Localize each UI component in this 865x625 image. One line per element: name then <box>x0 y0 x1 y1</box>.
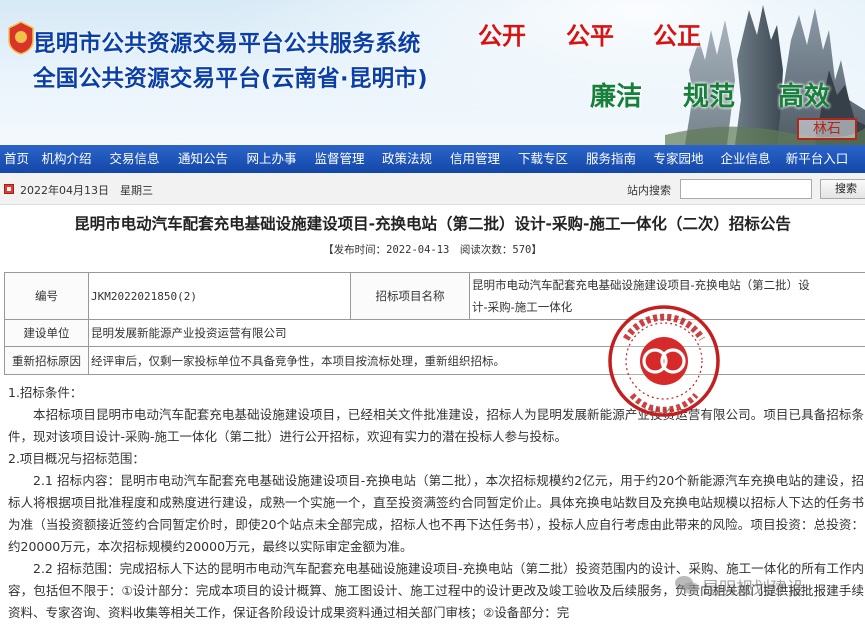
nav-online-service[interactable]: 网上办事 <box>237 145 306 173</box>
code-value: JKM2022021850(2) <box>88 272 351 320</box>
notice-body: 1.招标条件： 本招标项目昆明市电动汽车配套充电基础设施建设项目，已经相关文件批… <box>8 382 864 624</box>
project-name-label: 招标项目名称 <box>350 272 470 320</box>
nav-policies[interactable]: 政策法规 <box>373 145 441 173</box>
date-search-strip: 2022年04月13日 星期三 站内搜索 搜索 <box>0 173 865 205</box>
section-paragraph: 2.2 招标范围：完成招标人下达的昆明市电动汽车配套充电基础设施建设项目-充换电… <box>8 561 864 620</box>
motto-guifan: 规范 <box>683 82 736 112</box>
site-emblem-icon <box>8 21 34 55</box>
corner-seal: 林石 <box>797 118 857 140</box>
table-row: 编号 JKM2022021850(2) 招标项目名称 昆明市电动汽车配套充电基础… <box>4 272 865 320</box>
nav-experts[interactable]: 专家园地 <box>645 145 712 173</box>
section-paragraph: 本招标项目昆明市电动汽车配套充电基础设施建设项目，已经相关文件批准建设，招标人为… <box>8 407 864 444</box>
nav-service-guide[interactable]: 服务指南 <box>577 145 645 173</box>
build-unit-value: 昆明发展新能源产业投资运营有限公司 <box>88 319 865 347</box>
code-label: 编号 <box>4 272 89 320</box>
site-search-label: 站内搜索 <box>627 184 671 197</box>
motto-gongping: 公平 <box>566 22 614 50</box>
search-button[interactable]: 搜索 <box>820 179 865 199</box>
main-nav: 首页 机构介绍 交易信息 通知公告 网上办事 监督管理 政策法规 信用管理 下载… <box>0 145 865 173</box>
section-heading: 1.招标条件： <box>8 385 83 400</box>
nav-supervision[interactable]: 监督管理 <box>306 145 373 173</box>
site-title-line1: 昆明市公共资源交易平台公共服务系统 <box>33 31 421 57</box>
page-title: 昆明市电动汽车配套充电基础设施建设项目-充换电站（第二批）设计-采购-施工一体化… <box>74 215 791 233</box>
project-name-line2: 计-采购-施工一体化 <box>472 300 573 314</box>
section-paragraph: 2.1 招标内容：昆明市电动汽车配套充电基础设施建设项目-充换电站（第二批），本… <box>8 473 864 554</box>
publish-meta: 【发布时间：2022-04-13 阅读次数：570】 <box>323 244 542 256</box>
project-name-value: 昆明市电动汽车配套充电基础设施建设项目-充换电站（第二批）设 计-采购-施工一体… <box>469 272 865 320</box>
rebid-reason-label: 重新招标原因 <box>4 346 89 375</box>
nav-trade-info[interactable]: 交易信息 <box>100 145 169 173</box>
section-heading: 2.项目概况与招标范围： <box>8 451 145 466</box>
table-row: 建设单位 昆明发展新能源产业投资运营有限公司 <box>4 319 865 347</box>
build-unit-label: 建设单位 <box>4 319 89 347</box>
bullet-icon <box>4 184 14 194</box>
site-search-input[interactable] <box>680 179 812 199</box>
nav-home[interactable]: 首页 <box>0 145 33 173</box>
motto-lianjie: 廉洁 <box>590 82 643 112</box>
motto-gongkai: 公开 <box>478 22 526 50</box>
nav-new-platform[interactable]: 新平台入口 <box>779 145 855 173</box>
rebid-reason-value: 经评审后，仅剩一家投标单位不具备竞争性，本项目按流标处理，重新组织招标。 <box>88 346 865 375</box>
header-banner: 昆明市公共资源交易平台公共服务系统 全国公共资源交易平台(云南省·昆明市) 公开… <box>0 0 865 145</box>
nav-downloads[interactable]: 下载专区 <box>509 145 577 173</box>
project-info-table: 编号 JKM2022021850(2) 招标项目名称 昆明市电动汽车配套充电基础… <box>4 272 865 375</box>
nav-credit[interactable]: 信用管理 <box>441 145 509 173</box>
current-date: 2022年04月13日 星期三 <box>20 184 153 197</box>
nav-about[interactable]: 机构介绍 <box>33 145 100 173</box>
site-title-line2: 全国公共资源交易平台(云南省·昆明市) <box>33 66 428 92</box>
nav-notices[interactable]: 通知公告 <box>169 145 237 173</box>
table-row: 重新招标原因 经评审后，仅剩一家投标单位不具备竞争性，本项目按流标处理，重新组织… <box>4 346 865 375</box>
motto-gaoxiao: 高效 <box>778 82 831 112</box>
nav-enterprise[interactable]: 企业信息 <box>712 145 779 173</box>
motto-gongzheng: 公正 <box>653 22 701 50</box>
project-name-line1: 昆明市电动汽车配套充电基础设施建设项目-充换电站（第二批）设 <box>472 278 810 292</box>
